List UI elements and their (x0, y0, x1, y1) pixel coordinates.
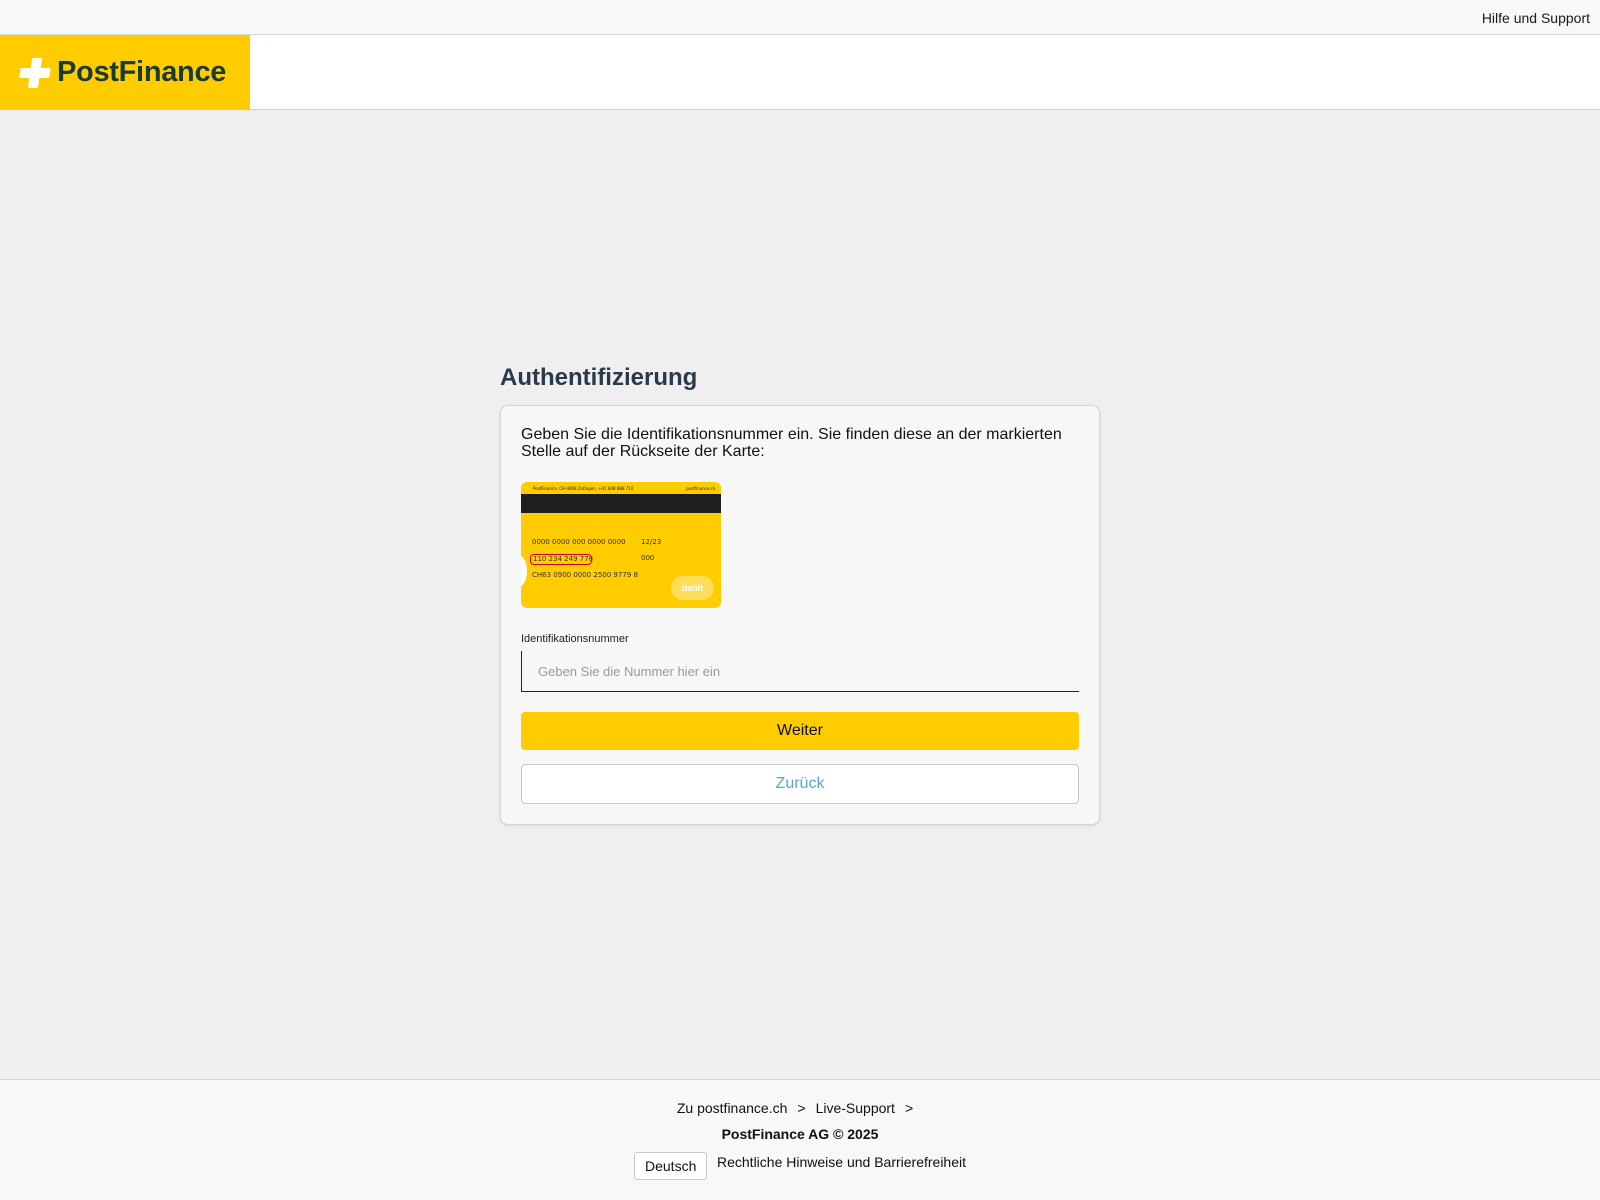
debit-badge: debit (671, 576, 714, 600)
footer: Zu postfinance.ch > Live-Support > PostFina… (0, 1079, 1600, 1200)
card-valid-thru: 12/23 (641, 538, 662, 546)
card-number: 0000 0000 000 0000 0000 (532, 538, 626, 546)
help-support-link[interactable]: Hilfe und Support (1482, 10, 1590, 26)
postfinance-logo[interactable]: PostFinance (0, 35, 250, 110)
id-field-label: Identifikationsnummer (521, 633, 629, 645)
card-notch (521, 556, 527, 586)
card-header-right: postfinance.ch (686, 486, 716, 491)
id-highlight-mark (530, 554, 592, 565)
chevron-right-icon: > (797, 1100, 806, 1116)
auth-card: Geben Sie die Identifikationsnummer ein.… (500, 405, 1100, 825)
footer-links: Zu postfinance.ch > Live-Support > (0, 1100, 1600, 1116)
language-button[interactable]: Deutsch (634, 1152, 708, 1180)
logo-text: PostFinance (57, 56, 227, 88)
copyright: PostFinance AG © 2025 (721, 1126, 879, 1142)
weiter-button[interactable]: Weiter (521, 712, 1079, 750)
legal-link[interactable]: Rechtliche Hinweise und Barrierefreiheit (717, 1154, 966, 1170)
card-header-left: PostFinance, CH-4808 Zofingen, +41 848 8… (533, 486, 634, 491)
header: PostFinance (0, 35, 1600, 110)
magnetic-stripe (521, 494, 721, 513)
card-iban: CH63 0900 0000 2500 9779 8 (532, 571, 638, 579)
postfinance-ch-link[interactable]: Zu postfinance.ch (677, 1100, 788, 1116)
swiss-cross-icon (19, 57, 51, 88)
chevron-right-icon: > (904, 1100, 914, 1116)
zurueck-button[interactable]: Zurück (521, 764, 1079, 804)
card-cvc: 000 (641, 554, 655, 562)
card-back-image: PostFinance, CH-4808 Zofingen, +41 848 8… (521, 482, 721, 608)
top-bar: Hilfe und Support (0, 0, 1600, 35)
live-support-link[interactable]: Live-Support (816, 1100, 895, 1116)
page-title: Authentifizierung (500, 364, 698, 391)
instruction-text: Geben Sie die Identifikationsnummer ein.… (521, 426, 1062, 460)
id-number-input[interactable] (521, 651, 1079, 692)
